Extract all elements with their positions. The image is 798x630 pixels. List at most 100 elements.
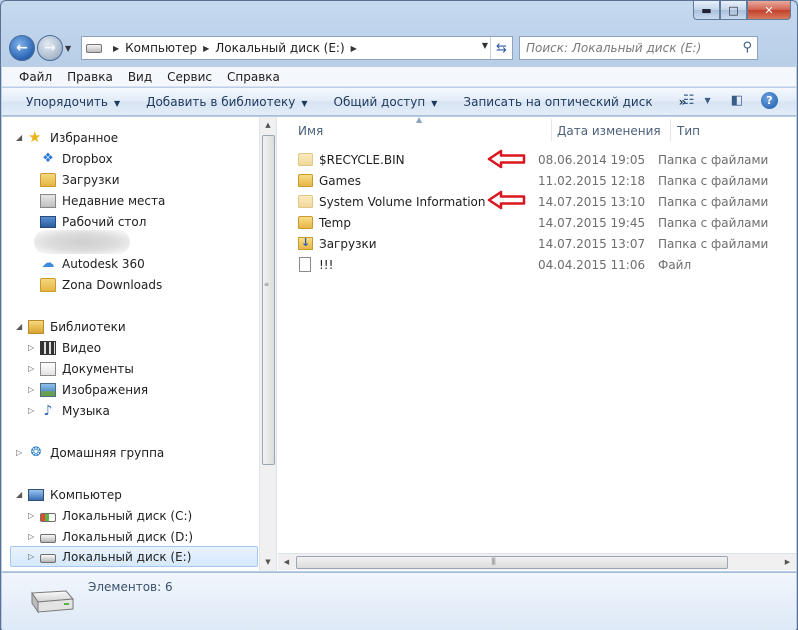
expand-triangle-icon[interactable]: ▷ — [28, 406, 40, 415]
nav-libraries[interactable]: ◢ Библиотеки — [16, 316, 126, 337]
share-button[interactable]: Общий доступ ▼ — [334, 95, 438, 109]
file-list-scrollbar[interactable]: ◀ ||| ▶ — [278, 553, 796, 570]
recent-pages-dropdown[interactable]: ▼ — [65, 44, 75, 53]
file-type: Папка с файлами — [658, 152, 769, 167]
file-row[interactable]: !!! 04.04.2015 11:06 Файл — [292, 254, 782, 275]
file-row[interactable]: Games 11.02.2015 12:18 Папка с файлами — [292, 170, 782, 191]
menu-file[interactable]: Файл — [19, 70, 52, 84]
nav-desktop[interactable]: Рабочий стол — [40, 211, 146, 232]
nav-images[interactable]: ▷ Изображения — [28, 379, 148, 400]
column-divider[interactable] — [670, 119, 671, 141]
expand-triangle-icon[interactable]: ▷ — [28, 385, 40, 394]
folder-icon — [298, 216, 313, 229]
expand-triangle-icon[interactable]: ▷ — [28, 364, 40, 373]
expand-triangle-icon[interactable]: ▷ — [28, 343, 40, 352]
menu-help[interactable]: Справка — [227, 70, 280, 84]
search-input[interactable]: Поиск: Локальный диск (E:) ⚲ — [519, 36, 758, 60]
collapse-triangle-icon[interactable]: ◢ — [16, 322, 28, 331]
nav-desktop-label: Рабочий стол — [62, 214, 147, 229]
caption-buttons: ▬ □ ✕ — [693, 1, 791, 20]
scrollbar-thumb[interactable] — [296, 556, 728, 569]
file-row[interactable]: System Volume Information 14.07.2015 13:… — [292, 191, 782, 212]
scrollbar-thumb[interactable] — [262, 135, 275, 465]
help-icon[interactable]: ? — [761, 92, 778, 109]
organize-button[interactable]: Упорядочить ▼ — [26, 95, 120, 109]
address-bar[interactable]: ▶ Компьютер ▶ Локальный диск (E:) ▶ ▼ ⇆ — [81, 36, 513, 60]
close-button[interactable]: ✕ — [747, 1, 791, 20]
menu-view[interactable]: Вид — [128, 70, 152, 84]
breadcrumb-separator-icon[interactable]: ▶ — [351, 44, 357, 53]
nav-libraries-label: Библиотеки — [50, 319, 126, 334]
nav-zona-label: Zona Downloads — [62, 277, 163, 292]
column-type[interactable]: Тип — [677, 124, 700, 138]
scroll-down-icon[interactable]: ▼ — [260, 554, 276, 571]
preview-pane-icon[interactable]: ◧ — [731, 93, 743, 108]
nav-music[interactable]: ▷ ♪ Музыка — [28, 400, 110, 421]
nav-dropbox[interactable]: ❖ Dropbox — [40, 148, 112, 169]
address-dropdown-icon[interactable]: ▼ — [482, 41, 488, 50]
expand-triangle-icon[interactable]: ▷ — [16, 448, 28, 457]
nav-homegroup[interactable]: ▷ ❂ Домашняя группа — [16, 442, 164, 463]
expand-triangle-icon[interactable]: ▷ — [28, 532, 40, 541]
breadcrumb-separator-icon[interactable]: ▶ — [113, 44, 119, 53]
nav-favorites-label: Избранное — [50, 130, 119, 145]
file-name: System Volume Information — [319, 194, 486, 209]
nav-computer[interactable]: ◢ Компьютер — [16, 484, 122, 505]
homegroup-icon: ❂ — [30, 444, 42, 460]
column-date[interactable]: Дата изменения — [557, 124, 661, 138]
maximize-button[interactable]: □ — [720, 1, 747, 20]
nav-downloads[interactable]: Загрузки — [40, 169, 120, 190]
file-row[interactable]: Загрузки 14.07.2015 13:07 Папка с файлам… — [292, 233, 782, 254]
nav-disk-c[interactable]: ▷ Локальный диск (C:) — [28, 505, 192, 526]
scroll-up-icon[interactable]: ▲ — [260, 117, 276, 134]
item-count: Элементов: 6 — [88, 580, 173, 594]
breadcrumb-computer[interactable]: Компьютер — [125, 41, 197, 55]
menu-edit[interactable]: Правка — [67, 70, 113, 84]
change-view-icon[interactable]: ☷ — [683, 93, 695, 108]
add-to-library-button[interactable]: Добавить в библиотеку ▼ — [146, 95, 307, 109]
expand-triangle-icon[interactable]: ▷ — [28, 552, 40, 561]
nav-autodesk-label: Autodesk 360 — [62, 256, 145, 271]
nav-disk-d[interactable]: ▷ Локальный диск (D:) — [28, 526, 193, 547]
navigation-pane: ◢ ★ Избранное ❖ Dropbox Загрузки Недавни… — [2, 117, 260, 571]
collapse-triangle-icon[interactable]: ◢ — [16, 490, 28, 499]
nav-music-label: Музыка — [62, 403, 110, 418]
menu-tools[interactable]: Сервис — [167, 70, 212, 84]
nav-zona-downloads[interactable]: Zona Downloads — [40, 274, 162, 295]
desktop-icon — [40, 215, 56, 228]
recent-places-icon — [40, 193, 56, 208]
breadcrumb-disk-e[interactable]: Локальный диск (E:) — [215, 41, 344, 55]
nav-disk-e[interactable]: ▷ Локальный диск (E:) — [10, 546, 258, 567]
file-date: 14.07.2015 13:07 — [538, 236, 646, 251]
star-icon: ★ — [28, 127, 42, 146]
expand-triangle-icon[interactable]: ▷ — [28, 511, 40, 520]
minimize-button[interactable]: ▬ — [693, 1, 720, 20]
burn-button[interactable]: Записать на оптический диск — [463, 95, 652, 109]
video-icon — [40, 340, 56, 355]
column-name[interactable]: Имя — [298, 124, 323, 138]
nav-autodesk[interactable]: ☁ Autodesk 360 — [40, 253, 145, 274]
scroll-left-icon[interactable]: ◀ — [278, 554, 295, 571]
nav-documents[interactable]: ▷ Документы — [28, 358, 134, 379]
collapse-triangle-icon[interactable]: ◢ — [16, 133, 28, 142]
folder-icon — [298, 174, 313, 187]
back-button[interactable]: ← — [9, 35, 35, 61]
content-area: ◢ ★ Избранное ❖ Dropbox Загрузки Недавни… — [2, 115, 796, 571]
libraries-icon — [28, 319, 44, 334]
nav-video[interactable]: ▷ Видео — [28, 337, 101, 358]
file-row[interactable]: Temp 14.07.2015 19:45 Папка с файлами — [292, 212, 782, 233]
add-to-library-label: Добавить в библиотеку — [146, 94, 296, 109]
breadcrumb-separator-icon[interactable]: ▶ — [203, 44, 209, 53]
search-icon[interactable]: ⚲ — [742, 40, 752, 55]
menu-bar: Файл Правка Вид Сервис Справка — [2, 67, 796, 87]
nav-recent-places[interactable]: Недавние места — [40, 190, 165, 211]
folder-icon — [298, 195, 313, 208]
scroll-right-icon[interactable]: ▶ — [779, 554, 796, 571]
view-options-dropdown-icon[interactable]: ▼ — [705, 96, 711, 105]
forward-button[interactable]: → — [37, 35, 63, 61]
refresh-button[interactable]: ⇆ — [490, 37, 512, 59]
column-divider[interactable] — [551, 119, 552, 141]
nav-favorites[interactable]: ◢ ★ Избранное — [16, 127, 118, 148]
file-row[interactable]: $RECYCLE.BIN 08.06.2014 19:05 Папка с фа… — [292, 149, 782, 170]
nav-pane-scrollbar[interactable]: ▲ ≡ ▼ — [260, 117, 277, 571]
